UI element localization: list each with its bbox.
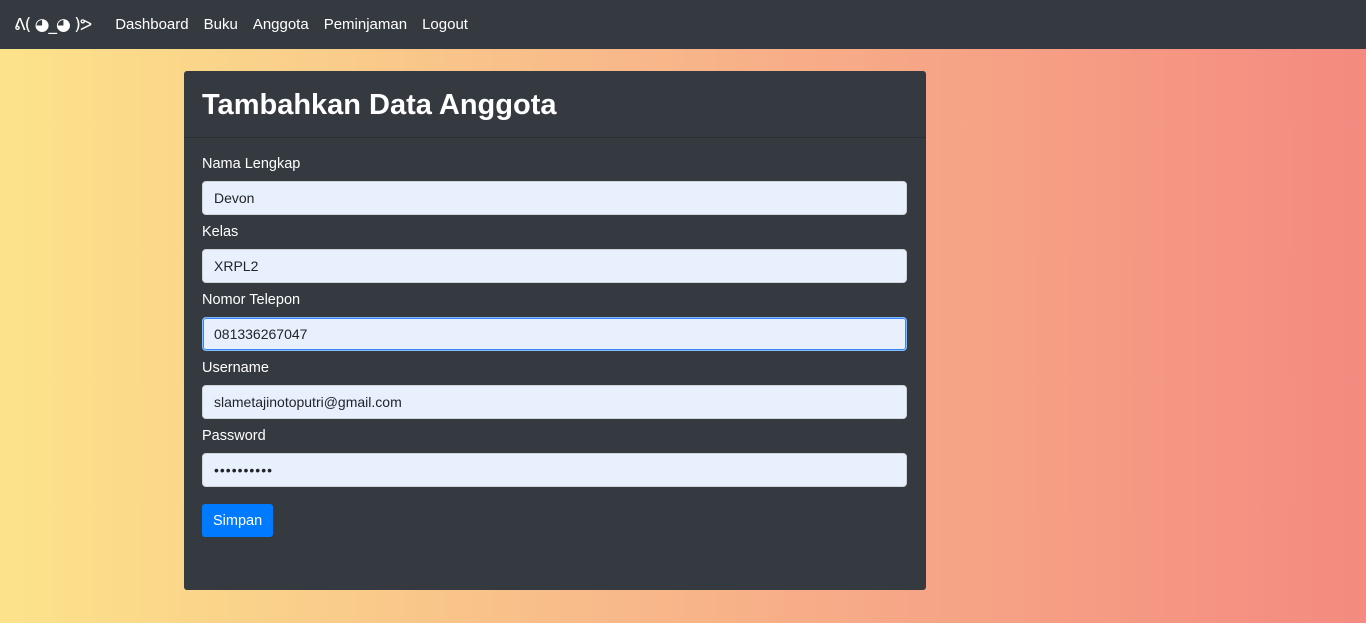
nama-label: Nama Lengkap — [202, 156, 301, 172]
nav-links: Dashboard Buku Anggota Peminjaman Logout — [115, 16, 483, 33]
password-input[interactable] — [202, 453, 907, 487]
top-navbar: ᕕ( ◕_◕ )ᕗ Dashboard Buku Anggota Peminja… — [0, 0, 1366, 49]
kelas-label: Kelas — [202, 224, 239, 240]
form-group-username: Username — [202, 360, 908, 419]
nav-link-anggota[interactable]: Anggota — [253, 16, 309, 33]
member-form: Nama Lengkap Kelas Nomor Telepon Usernam… — [184, 138, 926, 537]
password-label: Password — [202, 428, 266, 444]
nav-link-logout[interactable]: Logout — [422, 16, 468, 33]
nav-link-buku[interactable]: Buku — [204, 16, 238, 33]
card-header: Tambahkan Data Anggota — [184, 71, 926, 138]
form-group-nama: Nama Lengkap — [202, 156, 908, 215]
page-title: Tambahkan Data Anggota — [202, 88, 557, 121]
telepon-input[interactable] — [202, 317, 907, 351]
submit-button[interactable]: Simpan — [202, 504, 274, 537]
nav-link-peminjaman[interactable]: Peminjaman — [324, 16, 407, 33]
username-input[interactable] — [202, 385, 907, 419]
telepon-label: Nomor Telepon — [202, 292, 301, 308]
nama-input[interactable] — [202, 181, 907, 215]
nav-link-dashboard[interactable]: Dashboard — [115, 16, 188, 33]
brand-logo[interactable]: ᕕ( ◕_◕ )ᕗ — [14, 15, 92, 35]
form-group-kelas: Kelas — [202, 224, 908, 283]
add-member-card: Tambahkan Data Anggota Nama Lengkap Kela… — [184, 71, 926, 590]
form-group-telepon: Nomor Telepon — [202, 292, 908, 351]
username-label: Username — [202, 360, 269, 376]
form-group-password: Password — [202, 428, 908, 487]
kelas-input[interactable] — [202, 249, 907, 283]
